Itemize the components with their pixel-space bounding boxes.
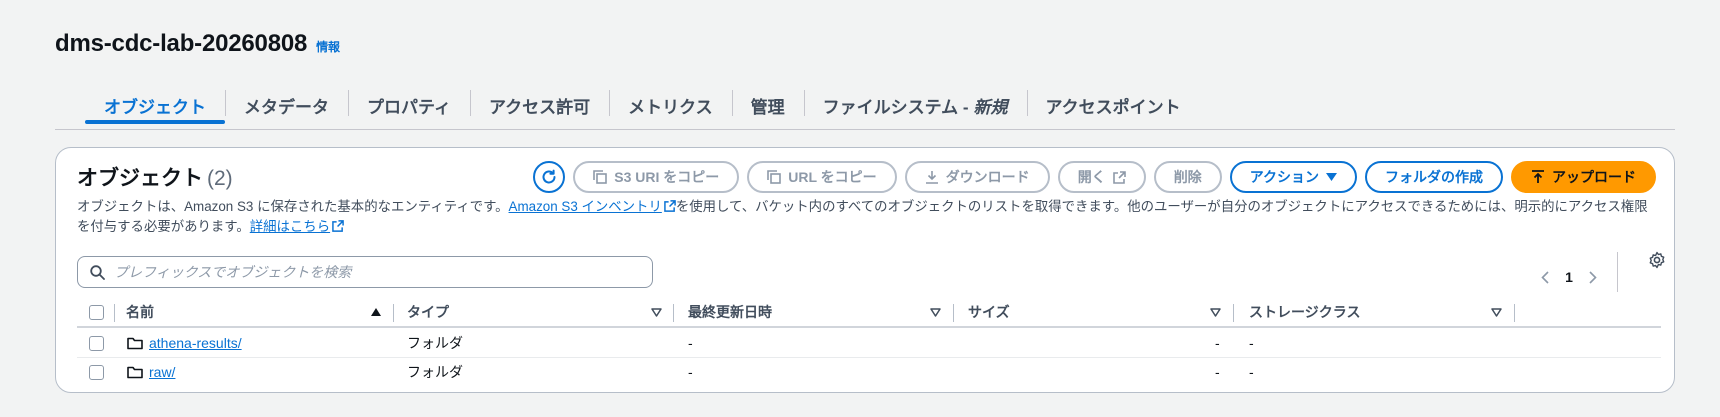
object-last-modified: -: [688, 364, 693, 380]
current-page[interactable]: 1: [1555, 269, 1583, 285]
actions-dropdown[interactable]: アクション: [1229, 161, 1357, 193]
objects-title: オブジェクト: [77, 167, 203, 190]
table-row: athena-results/ フォルダ - - -: [77, 329, 1661, 358]
column-divider: [673, 304, 674, 322]
sort-icon[interactable]: [1210, 308, 1221, 317]
copy-url-button[interactable]: URL をコピー: [747, 161, 897, 193]
refresh-icon: [542, 169, 556, 184]
tab-metadata[interactable]: メタデータ: [225, 88, 348, 128]
chevron-right-icon: [1589, 270, 1597, 284]
tab-permissions[interactable]: アクセス許可: [469, 88, 609, 128]
copy-s3-uri-button[interactable]: S3 URI をコピー: [573, 161, 740, 193]
copy-icon: [767, 170, 782, 184]
external-link-icon: [332, 220, 344, 232]
tab-bar: オブジェクト メタデータ プロパティ アクセス許可 メトリクス 管理 ファイルシ…: [85, 88, 1200, 128]
object-last-modified: -: [688, 335, 693, 351]
s3-bucket-page: dms-cdc-lab-20260808 情報 オブジェクト メタデータ プロパ…: [0, 0, 1720, 417]
copy-icon: [593, 170, 608, 184]
next-page-button[interactable]: [1583, 270, 1603, 284]
objects-description: オブジェクトは、Amazon S3 に保存された基本的なエンティティです。Ama…: [77, 199, 1648, 234]
tab-objects[interactable]: オブジェクト: [85, 88, 225, 128]
upload-icon: [1532, 170, 1544, 183]
column-divider: [114, 304, 115, 322]
select-all-checkbox[interactable]: [89, 298, 104, 326]
object-storage-class: -: [1249, 364, 1254, 380]
objects-toolbar: S3 URI をコピー URL をコピー ダウンロード 開く 削除 アクション …: [533, 161, 1656, 193]
info-link[interactable]: 情報: [316, 38, 340, 55]
column-divider: [953, 304, 954, 322]
chevron-left-icon: [1541, 270, 1549, 284]
search-field: [77, 256, 653, 288]
objects-container: オブジェクト (2) S3 URI をコピー URL をコピー ダウンロード 開く: [55, 147, 1675, 393]
new-badge: 新規: [973, 98, 1008, 117]
object-size: -: [1215, 364, 1220, 380]
tab-access-points[interactable]: アクセスポイント: [1026, 88, 1200, 128]
tab-metrics[interactable]: メトリクス: [609, 88, 732, 128]
previous-page-button[interactable]: [1535, 270, 1555, 284]
column-divider: [1233, 304, 1234, 322]
search-icon: [90, 264, 105, 280]
external-link-icon: [1112, 170, 1126, 184]
column-header-last-modified[interactable]: 最終更新日時: [688, 298, 772, 326]
column-divider: [393, 304, 394, 322]
inventory-link[interactable]: Amazon S3 インベントリ: [509, 199, 662, 214]
sort-icon[interactable]: [930, 308, 941, 317]
details-link[interactable]: 詳細はこちら: [250, 219, 330, 234]
bucket-title: dms-cdc-lab-20260808 情報: [55, 30, 340, 58]
object-name-link[interactable]: raw/: [149, 364, 175, 380]
caret-down-icon: [1326, 172, 1337, 181]
object-size: -: [1215, 335, 1220, 351]
objects-header: オブジェクト (2): [77, 162, 233, 192]
open-button[interactable]: 開く: [1057, 161, 1146, 193]
refresh-button[interactable]: [533, 161, 566, 193]
column-header-name[interactable]: 名前: [126, 298, 154, 326]
download-icon: [925, 171, 938, 184]
folder-icon: [127, 329, 143, 357]
row-checkbox[interactable]: [89, 329, 104, 357]
column-divider: [1514, 304, 1515, 322]
tab-management[interactable]: 管理: [731, 88, 804, 128]
folder-icon: [127, 358, 143, 386]
object-storage-class: -: [1249, 335, 1254, 351]
tabs-divider: [55, 129, 1675, 130]
object-name-link[interactable]: athena-results/: [149, 335, 242, 351]
objects-count: (2): [207, 167, 233, 190]
column-header-type[interactable]: タイプ: [407, 298, 449, 326]
pagination: 1: [1535, 252, 1618, 292]
download-button[interactable]: ダウンロード: [904, 161, 1050, 193]
pagination-divider: [1617, 252, 1618, 292]
create-folder-button[interactable]: フォルダの作成: [1365, 161, 1503, 193]
tab-file-system[interactable]: ファイルシステム - 新規: [803, 88, 1027, 128]
bucket-name: dms-cdc-lab-20260808: [55, 30, 308, 57]
sort-icon[interactable]: [651, 308, 662, 317]
table-header: 名前 タイプ 最終更新日時 サイズ ストレージクラス: [77, 298, 1661, 328]
search-input[interactable]: [114, 264, 614, 280]
external-link-icon: [664, 200, 676, 212]
column-header-size[interactable]: サイズ: [968, 298, 1010, 326]
settings-icon[interactable]: [1648, 251, 1666, 269]
table-row: raw/ フォルダ - - -: [77, 358, 1661, 387]
upload-button[interactable]: アップロード: [1511, 161, 1656, 193]
sort-ascending-icon[interactable]: [371, 308, 381, 316]
sort-icon[interactable]: [1491, 308, 1502, 317]
delete-button[interactable]: 削除: [1153, 161, 1222, 193]
row-checkbox[interactable]: [89, 358, 104, 386]
column-header-storage-class[interactable]: ストレージクラス: [1249, 298, 1360, 326]
object-type: フォルダ: [407, 364, 463, 380]
tab-properties[interactable]: プロパティ: [348, 88, 470, 128]
object-type: フォルダ: [407, 335, 463, 351]
